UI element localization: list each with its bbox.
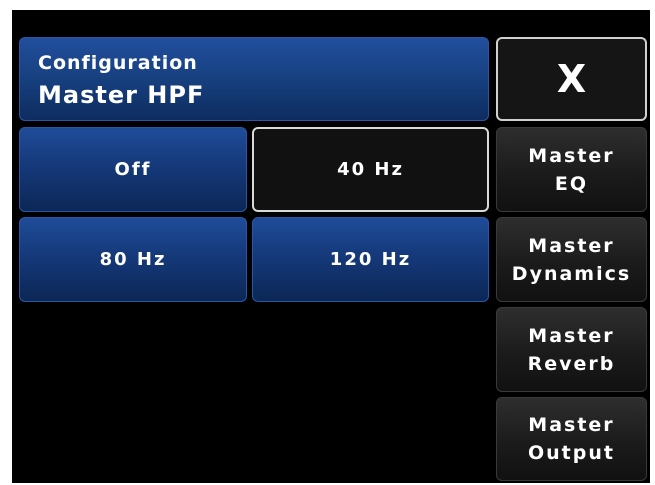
side-label-line2: Reverb (527, 352, 616, 375)
close-button[interactable]: X (496, 37, 647, 121)
hpf-option-80hz[interactable]: 80 Hz (19, 217, 247, 302)
master-reverb-button[interactable]: Master Reverb (496, 307, 647, 392)
option-label: Off (114, 159, 152, 180)
side-label-line2: EQ (554, 172, 589, 195)
side-label-line2: Output (528, 442, 615, 464)
page-title: Master HPF (38, 81, 205, 109)
header-subtitle: Configuration (38, 52, 198, 74)
master-output-button[interactable]: Master Output (496, 397, 647, 481)
master-eq-button[interactable]: Master EQ (496, 127, 647, 212)
side-label-line1: Master (528, 144, 615, 167)
master-dynamics-button[interactable]: Master Dynamics (496, 217, 647, 302)
side-label-line1: Master (528, 234, 615, 257)
option-label: 120 Hz (329, 249, 412, 270)
hpf-config-screen: Configuration Master HPF X Off 40 Hz 80 … (12, 10, 650, 483)
hpf-option-off[interactable]: Off (19, 127, 247, 212)
side-label-line2: Dynamics (511, 262, 632, 285)
header-panel: Configuration Master HPF (19, 37, 489, 121)
hpf-option-120hz[interactable]: 120 Hz (252, 217, 489, 302)
hpf-option-40hz[interactable]: 40 Hz (252, 127, 489, 212)
option-label: 80 Hz (99, 249, 167, 270)
option-label: 40 Hz (337, 159, 404, 180)
close-icon: X (556, 57, 587, 101)
side-label-line1: Master (528, 324, 615, 347)
side-label-line1: Master (528, 414, 615, 436)
